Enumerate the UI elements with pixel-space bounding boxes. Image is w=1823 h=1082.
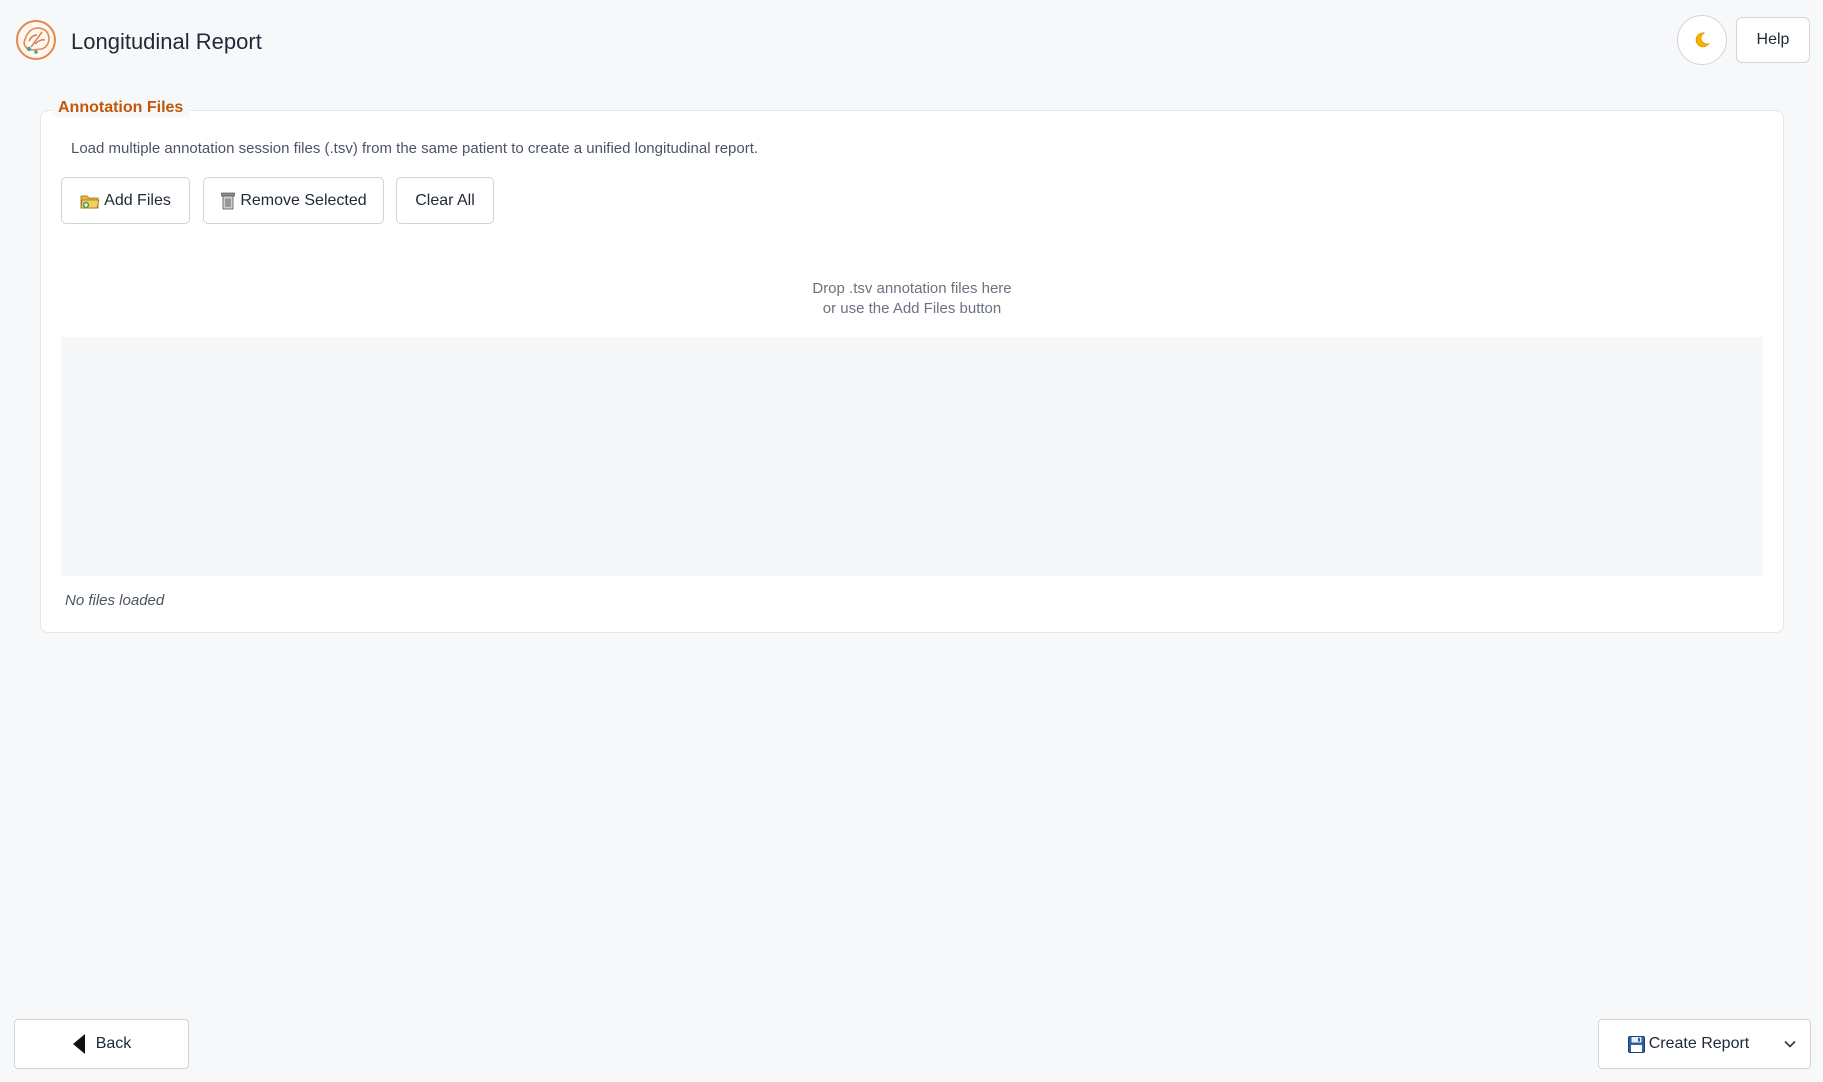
clear-all-label: Clear All [415,191,475,209]
back-button[interactable]: Back [14,1019,189,1069]
group-title: Annotation Files [52,99,190,117]
app-logo-icon [15,19,57,61]
theme-toggle-button[interactable] [1677,15,1727,65]
page-title: Longitudinal Report [71,29,262,54]
drop-hint-line-1: Drop .tsv annotation files here [812,280,1012,297]
clear-all-button[interactable]: Clear All [396,177,494,224]
folder-add-icon [80,195,100,208]
status-text: No files loaded [65,592,165,609]
create-report-menu-toggle[interactable] [1770,1020,1810,1068]
moon-icon [1695,32,1710,48]
remove-selected-button[interactable]: Remove Selected [203,177,384,224]
trash-icon [221,192,236,209]
help-button[interactable]: Help [1736,17,1810,63]
create-report-label: Create Report [1648,1035,1750,1052]
drop-hint: Drop .tsv annotation files here or use t… [61,279,1763,319]
back-arrow-icon [72,1034,85,1054]
back-label: Back [95,1035,132,1052]
add-files-button[interactable]: Add Files [61,177,190,224]
create-report-main[interactable]: Create Report [1599,1035,1770,1053]
add-files-label: Add Files [104,191,171,209]
chevron-down-icon [1784,1040,1796,1048]
file-list-drop-zone[interactable] [61,337,1763,576]
drop-hint-line-2: or use the Add Files button [822,300,1002,317]
create-report-button[interactable]: Create Report [1598,1019,1811,1069]
remove-selected-label: Remove Selected [240,191,367,209]
description-text: Load multiple annotation session files (… [71,140,759,157]
save-icon [1627,1035,1645,1053]
